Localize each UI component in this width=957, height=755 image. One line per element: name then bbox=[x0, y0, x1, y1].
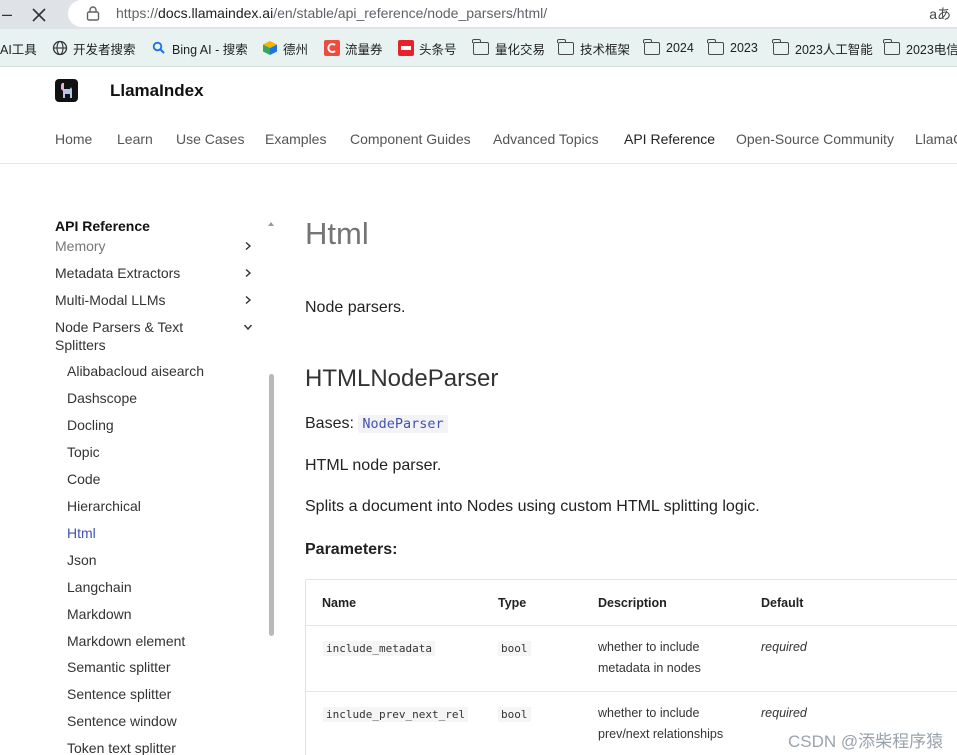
bookmark-folder-tech[interactable]: 技术框架 bbox=[557, 29, 630, 66]
site-header: LlamaIndex Home Learn Use Cases Examples… bbox=[0, 67, 957, 164]
chevron-right-icon[interactable] bbox=[244, 269, 252, 277]
c-icon bbox=[324, 40, 340, 56]
chevron-down-icon[interactable] bbox=[244, 323, 252, 331]
sidebar-sub-sentence-window[interactable]: Sentence window bbox=[67, 713, 177, 729]
page-title: Html bbox=[305, 216, 369, 251]
bookmark-folder-2024[interactable]: 2024 bbox=[643, 29, 694, 66]
table-cell-default: required bbox=[761, 706, 807, 720]
tab-component-guides[interactable]: Component Guides bbox=[350, 131, 471, 147]
intro-text: Node parsers. bbox=[305, 299, 406, 316]
table-header-type: Type bbox=[498, 596, 527, 610]
sidebar-sub-docling[interactable]: Docling bbox=[67, 417, 114, 433]
brand-name[interactable]: LlamaIndex bbox=[110, 81, 204, 101]
bookmark-folder-2023[interactable]: 2023 bbox=[707, 29, 758, 66]
parameters-label: Parameters: bbox=[305, 541, 398, 558]
bookmark-dezhou[interactable]: 德州 bbox=[262, 29, 308, 66]
table-divider bbox=[306, 691, 957, 692]
browser-toolbar: – https://docs.llamaindex.ai/en/stable/a… bbox=[0, 0, 957, 29]
table-cell-type: bool bbox=[498, 707, 531, 722]
sidebar-sub-json[interactable]: Json bbox=[67, 552, 97, 568]
chevron-right-icon[interactable] bbox=[244, 296, 252, 304]
sidebar-sub-markdown-element[interactable]: Markdown element bbox=[67, 633, 185, 649]
table-divider bbox=[306, 625, 957, 626]
toutiao-icon bbox=[398, 40, 414, 56]
bookmark-liuliangquan[interactable]: 流量券 bbox=[324, 29, 383, 66]
main-content: Html Node parsers. HTMLNodeParser Bases:… bbox=[305, 164, 957, 755]
globe-icon bbox=[52, 40, 68, 56]
tab-learn[interactable]: Learn bbox=[117, 131, 153, 147]
folder-icon bbox=[883, 38, 900, 55]
sidebar-sub-topic[interactable]: Topic bbox=[67, 444, 100, 460]
bases-link[interactable]: NodeParser bbox=[358, 415, 448, 433]
tab-advanced-topics[interactable]: Advanced Topics bbox=[493, 131, 599, 147]
folder-icon bbox=[472, 38, 489, 55]
address-bar[interactable]: https://docs.llamaindex.ai/en/stable/api… bbox=[68, 0, 957, 27]
cube-icon bbox=[263, 41, 277, 55]
back-icon[interactable]: – bbox=[0, 0, 22, 29]
class-description: HTML node parser. bbox=[305, 457, 442, 474]
sidebar-sub-dashscope[interactable]: Dashscope bbox=[67, 390, 137, 406]
sidebar-sub-html[interactable]: Html bbox=[67, 525, 96, 541]
folder-icon bbox=[772, 38, 789, 55]
sidebar-sub-hierarchical[interactable]: Hierarchical bbox=[67, 498, 141, 514]
tab-examples[interactable]: Examples bbox=[265, 131, 326, 147]
sidebar-sub-langchain[interactable]: Langchain bbox=[67, 579, 132, 595]
bookmarks-bar: AI工具 开发者搜索 Bing AI - 搜索 德州 流量券 头条号 量化交易 … bbox=[0, 29, 957, 67]
sidebar-sub-sentence-splitter[interactable]: Sentence splitter bbox=[67, 686, 171, 702]
table-cell-type: bool bbox=[498, 641, 531, 656]
search-icon bbox=[152, 41, 165, 54]
table-cell-description: whether to include prev/next relationshi… bbox=[598, 706, 724, 741]
table-header-description: Description bbox=[598, 596, 667, 610]
sidebar-sub-token-text-splitter[interactable]: Token text splitter bbox=[67, 740, 176, 755]
sidebar-item-memory[interactable]: Memory bbox=[55, 237, 235, 255]
bookmark-bing-ai[interactable]: Bing AI - 搜索 bbox=[151, 29, 248, 66]
sidebar-item-node-parsers[interactable]: Node Parsers & Text Splitters bbox=[55, 318, 205, 354]
folder-icon bbox=[643, 38, 660, 55]
tab-use-cases[interactable]: Use Cases bbox=[176, 131, 244, 147]
table-header-name: Name bbox=[322, 596, 357, 610]
sidebar-item-metadata-extractors[interactable]: Metadata Extractors bbox=[55, 264, 235, 282]
csdn-watermark: CSDN @添柴程序猿 bbox=[788, 732, 944, 751]
class-heading: HTMLNodeParser bbox=[305, 365, 499, 392]
bases-label: Bases: bbox=[305, 415, 354, 432]
bookmark-folder-2023-telecom[interactable]: 2023电信 bbox=[883, 29, 957, 66]
sidebar-sub-markdown[interactable]: Markdown bbox=[67, 606, 132, 622]
url-text: https://docs.llamaindex.ai/en/stable/api… bbox=[116, 5, 548, 21]
sidebar-sub-code[interactable]: Code bbox=[67, 471, 100, 487]
table-cell-default: required bbox=[761, 640, 807, 654]
bases-line: Bases: NodeParser bbox=[305, 415, 448, 433]
sidebar-title: API Reference bbox=[55, 218, 150, 234]
sidebar-sub-alibabacloud[interactable]: Alibabacloud aisearch bbox=[67, 363, 204, 379]
tab-home[interactable]: Home bbox=[55, 131, 92, 147]
table-cell-description: whether to include metadata in nodes bbox=[598, 640, 701, 675]
bookmark-folder-2023-ai[interactable]: 2023人工智能 bbox=[772, 29, 873, 66]
llama-logo-icon[interactable] bbox=[55, 79, 78, 102]
chevron-right-icon[interactable] bbox=[244, 242, 252, 250]
read-aloud-button[interactable]: aあ bbox=[929, 4, 951, 24]
close-icon[interactable] bbox=[24, 0, 54, 29]
tab-api-reference[interactable]: API Reference bbox=[624, 131, 715, 147]
sidebar-scrollbar[interactable] bbox=[269, 374, 274, 636]
folder-icon bbox=[707, 38, 724, 55]
lock-icon bbox=[86, 6, 100, 21]
bookmark-toutiao[interactable]: 头条号 bbox=[398, 29, 457, 66]
bookmark-folder-quant[interactable]: 量化交易 bbox=[472, 29, 545, 66]
tab-open-source-community[interactable]: Open-Source Community bbox=[736, 131, 894, 147]
sidebar-item-multi-modal-llms[interactable]: Multi-Modal LLMs bbox=[55, 291, 235, 309]
table-header-default: Default bbox=[761, 596, 804, 610]
table-cell-name: include_metadata bbox=[323, 641, 435, 656]
tab-llamacloud[interactable]: LlamaC bbox=[915, 131, 957, 147]
bookmark-ai-tools[interactable]: AI工具 bbox=[0, 29, 37, 66]
bookmark-dev-search[interactable]: 开发者搜索 bbox=[52, 29, 136, 66]
table-cell-name: include_prev_next_rel bbox=[323, 707, 469, 722]
sidebar-nav: API Reference Memory Metadata Extractors… bbox=[0, 164, 290, 755]
scroll-up-icon[interactable] bbox=[268, 222, 274, 226]
folder-icon bbox=[557, 38, 574, 55]
sidebar-sub-semantic-splitter[interactable]: Semantic splitter bbox=[67, 659, 170, 675]
class-detail: Splits a document into Nodes using custo… bbox=[305, 498, 760, 515]
